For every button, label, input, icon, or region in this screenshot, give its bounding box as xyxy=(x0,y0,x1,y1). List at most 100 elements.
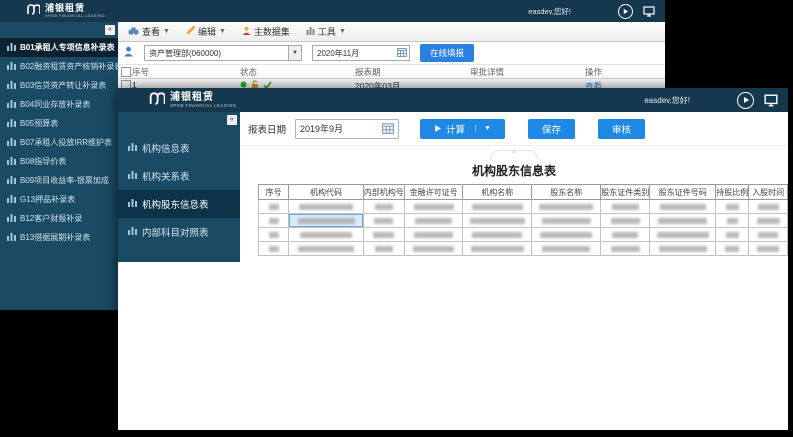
redacted-cell[interactable] xyxy=(289,214,364,228)
redacted-cell[interactable] xyxy=(259,200,289,214)
redacted-cell[interactable] xyxy=(716,214,749,228)
play-icon[interactable] xyxy=(737,92,754,109)
period-picker[interactable]: 2020年11月 xyxy=(312,45,410,61)
online-fill-button[interactable]: 在线填报 xyxy=(420,44,474,62)
table-row[interactable] xyxy=(259,228,788,242)
sidebar-item[interactable]: G13押品补录表 xyxy=(0,190,118,209)
redacted-cell[interactable] xyxy=(716,228,749,242)
sidebar-item[interactable]: B05预算表 xyxy=(0,114,118,133)
redacted-cell[interactable] xyxy=(463,214,532,228)
column-header: 序号 xyxy=(259,185,289,200)
chevron-down-icon: ▼ xyxy=(163,28,170,35)
save-button[interactable]: 保存 xyxy=(528,119,575,139)
redacted-cell[interactable] xyxy=(601,200,650,214)
menu-item[interactable]: 工具▼ xyxy=(306,25,346,38)
redacted-cell[interactable] xyxy=(363,214,404,228)
redacted-cell[interactable] xyxy=(259,242,289,256)
monitor-icon[interactable] xyxy=(642,5,655,18)
redaction-bar xyxy=(415,218,451,224)
redacted-cell[interactable] xyxy=(601,242,650,256)
redacted-cell[interactable] xyxy=(404,214,462,228)
redacted-cell[interactable] xyxy=(532,200,601,214)
redacted-cell[interactable] xyxy=(601,214,650,228)
redaction-bar xyxy=(542,246,590,252)
redacted-cell[interactable] xyxy=(404,228,462,242)
sidebar-item[interactable]: B02融资租赁资产核销补录表 xyxy=(0,57,118,76)
sidebar-item[interactable]: B08指导价表 xyxy=(0,152,118,171)
status-green-dot-icon xyxy=(240,81,247,88)
redacted-cell[interactable] xyxy=(463,242,532,256)
redacted-cell[interactable] xyxy=(749,228,788,242)
menu-item[interactable]: 主数据集 xyxy=(242,25,290,38)
redacted-cell[interactable] xyxy=(716,200,749,214)
brand-subtitle: SPDB FINANCIAL LEASING xyxy=(45,14,105,18)
monitor-icon[interactable] xyxy=(763,93,778,108)
redaction-bar xyxy=(414,232,453,238)
panel-collapse-icon[interactable]: ^ xyxy=(490,150,538,160)
sidebar-item[interactable]: B01承租人专项信息补录表 xyxy=(0,38,118,57)
redacted-cell[interactable] xyxy=(363,242,404,256)
redacted-cell[interactable] xyxy=(404,242,462,256)
column-header: 报表期 xyxy=(355,66,381,78)
menu-item[interactable]: 查看▼ xyxy=(128,25,170,38)
report-icon xyxy=(7,61,16,72)
redacted-cell[interactable] xyxy=(363,228,404,242)
table-row[interactable] xyxy=(259,242,788,256)
redacted-cell[interactable] xyxy=(601,228,650,242)
redacted-cell[interactable] xyxy=(650,200,716,214)
sidebar-item[interactable]: B04同业存放补录表 xyxy=(0,95,118,114)
redaction-bar xyxy=(471,246,524,252)
redacted-cell[interactable] xyxy=(532,242,601,256)
redacted-cell[interactable] xyxy=(289,242,364,256)
front-sidebar: « 机构信息表机构关系表机构股东信息表内部科目对照表 xyxy=(118,112,240,262)
redacted-cell[interactable] xyxy=(749,214,788,228)
select-all-checkbox[interactable] xyxy=(121,67,131,77)
redacted-cell[interactable] xyxy=(363,200,404,214)
redaction-bar xyxy=(757,218,780,224)
menu-item[interactable]: 编辑▼ xyxy=(186,25,226,38)
sidebar-item-label: B09项目收益率-银票加成 xyxy=(20,175,109,186)
audit-button[interactable]: 审核 xyxy=(598,119,645,139)
redacted-cell[interactable] xyxy=(404,200,462,214)
redacted-cell[interactable] xyxy=(259,214,289,228)
redaction-bar xyxy=(298,218,355,224)
front-main: 报表日期 2019年9月 计算 ▼ 保存 审核 ^ 机构股东信息表 序号机构代码… xyxy=(240,112,788,430)
sidebar-item[interactable]: 机构信息表 xyxy=(118,134,240,162)
sidebar-item[interactable]: B13借据展期补录表 xyxy=(0,228,118,247)
redacted-cell[interactable] xyxy=(532,214,601,228)
sidebar-item[interactable]: B03信贷资产转让补录表 xyxy=(0,76,118,95)
play-icon[interactable] xyxy=(618,4,633,19)
redacted-cell[interactable] xyxy=(650,242,716,256)
redacted-cell[interactable] xyxy=(463,200,532,214)
sidebar-item[interactable]: 机构关系表 xyxy=(118,162,240,190)
redaction-bar xyxy=(758,232,779,238)
sidebar-collapse-icon[interactable]: « xyxy=(105,25,115,35)
redacted-cell[interactable] xyxy=(289,200,364,214)
table-row[interactable] xyxy=(259,200,788,214)
sidebar-item[interactable]: B12客户财报补录 xyxy=(0,209,118,228)
sidebar-item-label: G13押品补录表 xyxy=(20,194,75,205)
redacted-cell[interactable] xyxy=(650,214,716,228)
redacted-cell[interactable] xyxy=(749,200,788,214)
sidebar-item[interactable]: 内部科目对照表 xyxy=(118,218,240,246)
redacted-cell[interactable] xyxy=(749,242,788,256)
sidebar-item-label: 机构股东信息表 xyxy=(142,197,209,211)
sidebar-collapse-icon[interactable]: « xyxy=(227,115,237,125)
table-row[interactable] xyxy=(259,214,788,228)
redacted-cell[interactable] xyxy=(463,228,532,242)
report-date-picker[interactable]: 2019年9月 xyxy=(295,119,399,139)
column-header: 机构名称 xyxy=(463,185,532,200)
sidebar-item[interactable]: 机构股东信息表 xyxy=(118,190,240,218)
calculate-button[interactable]: 计算 ▼ xyxy=(420,119,505,139)
column-header: 机构代码 xyxy=(289,185,364,200)
redacted-cell[interactable] xyxy=(716,242,749,256)
redacted-cell[interactable] xyxy=(259,228,289,242)
redacted-cell[interactable] xyxy=(650,228,716,242)
redacted-cell[interactable] xyxy=(532,228,601,242)
front-window: 浦银租赁 SPDB FINANCIAL LEASING easdev,您好! «… xyxy=(118,88,788,430)
chevron-down-icon[interactable]: ▼ xyxy=(475,125,491,132)
sidebar-item[interactable]: B07承租人投放IRR维护表 xyxy=(0,133,118,152)
org-select[interactable]: 资产管理部(060000) ▼ xyxy=(144,45,302,61)
sidebar-item[interactable]: B09项目收益率-银票加成 xyxy=(0,171,118,190)
redacted-cell[interactable] xyxy=(289,228,364,242)
